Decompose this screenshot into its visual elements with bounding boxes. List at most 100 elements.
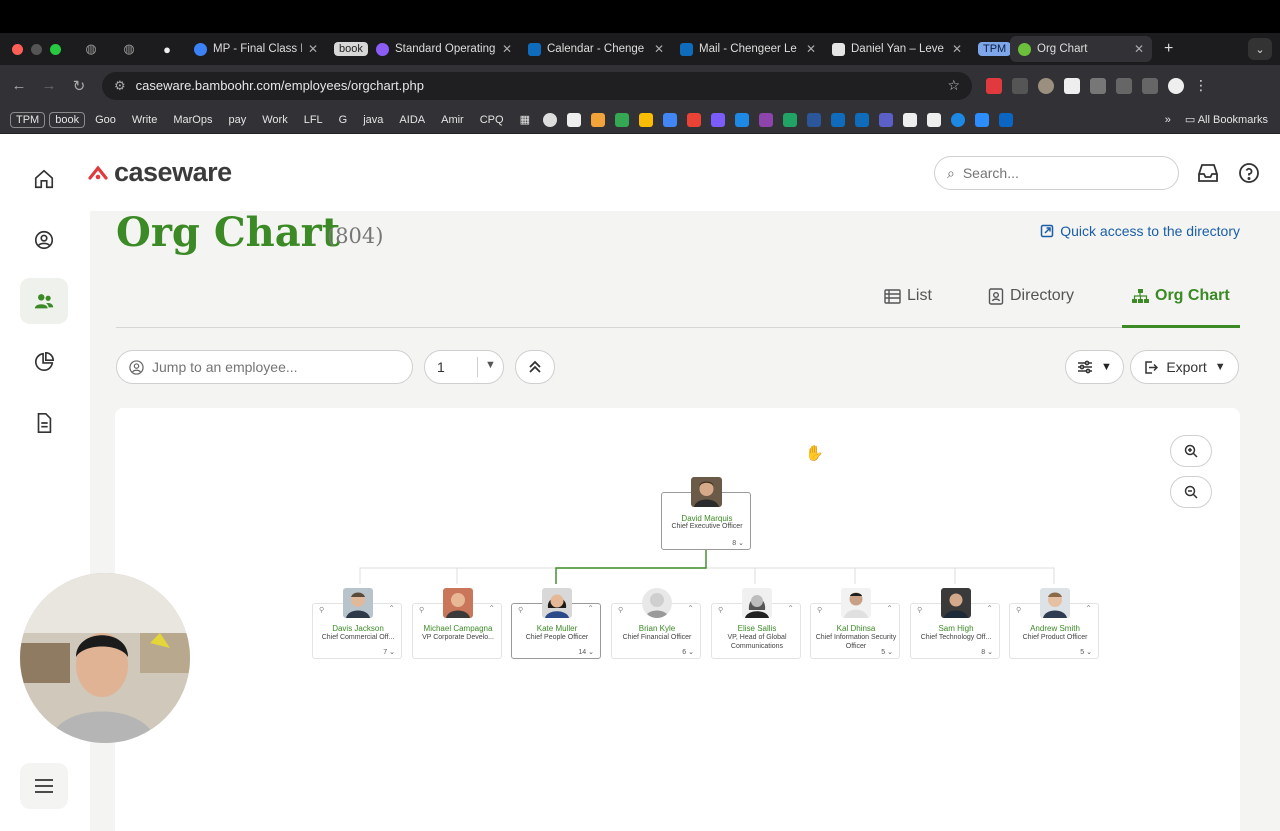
direct-report-count[interactable]: 14 ⌄ (578, 648, 594, 656)
bookmark-icon[interactable] (542, 112, 557, 127)
browser-tab[interactable]: Mail - Chengeer Le ✕ (672, 36, 824, 62)
quick-access-link[interactable]: Quick access to the directory (1040, 223, 1240, 239)
bookmark-java[interactable]: java (357, 112, 389, 128)
close-tab-icon[interactable]: ✕ (952, 42, 962, 56)
chevron-up-icon[interactable]: ⌃ (488, 604, 495, 613)
browser-tab[interactable]: Daniel Yan – Leve ✕ (824, 36, 970, 62)
more-menu-icon[interactable]: ⋮ (1194, 77, 1208, 94)
bookmark-icon[interactable] (710, 112, 725, 127)
back-icon[interactable]: ← (4, 77, 34, 94)
pen-icon[interactable] (926, 112, 941, 127)
maximize-window-button[interactable] (50, 43, 61, 55)
direct-report-count[interactable]: 5 ⌄ (881, 648, 893, 656)
cloud-icon[interactable] (734, 112, 749, 127)
chevron-up-icon[interactable]: ⌃ (986, 604, 993, 613)
tab-org-chart[interactable]: Org Chart (1132, 287, 1230, 305)
caseware-logo[interactable]: caseware (88, 157, 232, 188)
bookmark-write[interactable]: Write (126, 112, 163, 128)
bookmark-g[interactable]: G (333, 112, 354, 128)
search-input[interactable] (962, 165, 1143, 181)
drive-icon[interactable] (614, 112, 629, 127)
close-tab-icon[interactable]: ✕ (1134, 42, 1144, 56)
download-icon[interactable] (1142, 77, 1158, 94)
bookmark-lfl[interactable]: LFL (298, 112, 329, 128)
bookmark-marops[interactable]: MarOps (167, 112, 218, 128)
pen-icon[interactable] (902, 112, 917, 127)
teams-icon[interactable] (878, 112, 893, 127)
apps-grid-icon[interactable]: ▦ (514, 111, 536, 128)
bookmark-icon[interactable] (758, 112, 773, 127)
close-tab-icon[interactable]: ✕ (502, 42, 512, 56)
help-icon[interactable] (1237, 161, 1261, 185)
direct-report-count[interactable]: 8 ⌄ (732, 539, 744, 547)
export-button[interactable]: Export ▼ (1130, 350, 1239, 384)
bookmark-goo[interactable]: Goo (89, 112, 122, 128)
chevron-up-icon[interactable]: ⌃ (787, 604, 794, 613)
notion-icon[interactable] (566, 112, 581, 127)
bookmark-amir[interactable]: Amir (435, 112, 470, 128)
pin-icon[interactable]: ⚲ (419, 606, 424, 614)
chevron-up-icon[interactable]: ⌃ (1085, 604, 1092, 613)
pinned-tab[interactable]: ◍ (110, 41, 148, 57)
org-node-employee[interactable]: ⚲ ⌃ Michael Campagna VP Corporate Develo.… (412, 588, 502, 659)
site-info-icon[interactable]: ⚙ (114, 78, 126, 94)
pinned-tab[interactable]: ◍ (72, 41, 110, 57)
chevron-up-icon[interactable]: ⌃ (687, 604, 694, 613)
nav-people[interactable] (20, 278, 68, 324)
pin-icon[interactable]: ⚲ (718, 606, 723, 614)
chevron-up-icon[interactable]: ⌃ (587, 604, 594, 613)
nav-reports[interactable] (20, 339, 68, 385)
direct-report-count[interactable]: 7 ⌄ (383, 648, 395, 656)
extension-icon[interactable] (1064, 77, 1080, 94)
pin-icon[interactable]: ⚲ (618, 606, 623, 614)
bookmark-work[interactable]: Work (256, 112, 293, 128)
url-field[interactable]: ⚙ caseware.bamboohr.com/employees/orgcha… (102, 71, 972, 100)
browser-tab[interactable]: TPM (970, 36, 1010, 62)
sharepoint-icon[interactable] (782, 112, 797, 127)
direct-report-count[interactable]: 5 ⌄ (1080, 648, 1092, 656)
org-node-employee[interactable]: ⚲ ⌃ Andrew Smith Chief Product Officer 5 … (1009, 588, 1099, 659)
bookmark-pay[interactable]: pay (222, 112, 252, 128)
org-node-employee[interactable]: ⚲ ⌃ Sam High Chief Technology Off... 8 ⌄ (910, 588, 1000, 659)
new-tab-icon[interactable]: + (1164, 40, 1173, 58)
org-chart-canvas[interactable]: ✋ David Marquis Chief Executive Officer (115, 408, 1240, 831)
nav-my-info[interactable] (20, 217, 68, 263)
calendar-icon[interactable] (662, 112, 677, 127)
close-window-button[interactable] (12, 43, 23, 55)
tab-list[interactable]: List (884, 287, 932, 305)
browser-tab-active[interactable]: Org Chart ✕ (1010, 36, 1152, 62)
pin-icon[interactable]: ⚲ (1016, 606, 1021, 614)
bookmark-tpm[interactable]: TPM (10, 111, 46, 128)
browser-tab[interactable]: MP - Final Class Pr ✕ (186, 36, 326, 62)
bookmark-icon[interactable] (590, 112, 605, 127)
linkedin-icon[interactable] (998, 112, 1013, 127)
gmail-icon[interactable] (686, 112, 701, 127)
bookmark-aida[interactable]: AIDA (393, 112, 431, 128)
extension-icon[interactable] (1012, 77, 1028, 94)
nav-files[interactable] (20, 400, 68, 446)
browser-tab[interactable]: Standard Operating ✕ (368, 36, 520, 62)
bookmark-cpq[interactable]: CPQ (474, 112, 510, 128)
hamburger-menu-button[interactable] (20, 763, 68, 809)
org-node-employee[interactable]: ⚲ ⌃ Elise Sallis VP, Head of Global Commu… (711, 588, 801, 659)
org-node-employee[interactable]: ⚲ ⌃ Brian Kyle Chief Financial Officer 6 … (611, 588, 701, 659)
word-icon[interactable] (806, 112, 821, 127)
extension-icon[interactable] (986, 77, 1002, 94)
bookmark-icon[interactable] (830, 112, 845, 127)
nav-home[interactable] (20, 156, 68, 202)
close-tab-icon[interactable]: ✕ (806, 42, 816, 56)
forward-icon[interactable]: → (34, 77, 64, 94)
direct-report-count[interactable]: 6 ⌄ (682, 648, 694, 656)
bookmark-icon[interactable] (950, 112, 965, 127)
chevron-up-icon[interactable]: ⌃ (388, 604, 395, 613)
profile-icon[interactable] (1168, 77, 1184, 94)
chevron-up-icon[interactable]: ⌃ (886, 604, 893, 613)
browser-tab[interactable]: book (326, 36, 368, 62)
pin-icon[interactable]: ⚲ (817, 606, 822, 614)
inbox-icon[interactable] (1196, 161, 1220, 185)
jump-input[interactable] (152, 359, 392, 375)
browser-tab[interactable]: Calendar - Chenge ✕ (520, 36, 672, 62)
tab-search-icon[interactable]: ⌄ (1248, 38, 1272, 60)
media-icon[interactable] (1116, 77, 1132, 94)
bookmark-icon[interactable] (974, 112, 989, 127)
